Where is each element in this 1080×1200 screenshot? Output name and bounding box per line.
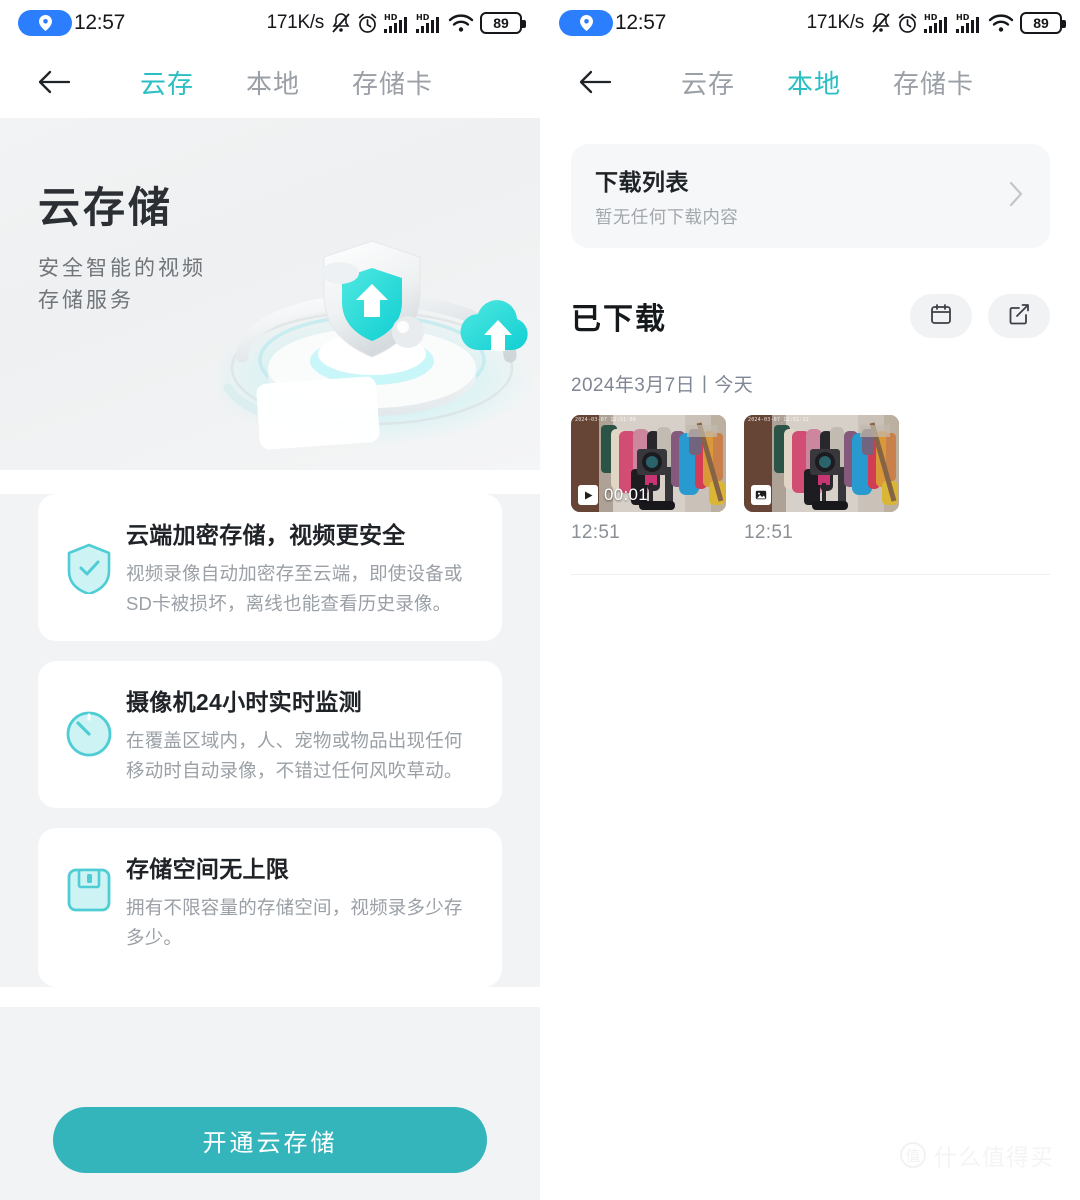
floppy-disk-icon <box>56 850 122 914</box>
location-pin-icon <box>559 10 613 36</box>
tabs-right: 云存 本地 存储卡 <box>655 64 1000 101</box>
status-bar-left: 12:57 171K/s HD HD 89 <box>0 0 540 46</box>
svg-text:HD: HD <box>416 13 430 22</box>
feature-description: 在覆盖区域内，人、宠物或物品出现任何移动时自动录像，不错过任何风吹草动。 <box>126 729 463 781</box>
feature-title: 摄像机24小时实时监测 <box>126 688 362 715</box>
wifi-icon <box>448 13 474 33</box>
watermark-badge: 值 <box>900 1142 926 1168</box>
play-icon <box>578 485 598 505</box>
feature-title: 云端加密存储，视频更安全 <box>126 522 406 548</box>
downloaded-title: 已下载 <box>571 303 667 336</box>
media-thumbnail[interactable]: 2024-03-07 12:51:09 00:01 <box>571 415 726 512</box>
bell-muted-icon <box>331 12 351 34</box>
bell-muted-icon <box>871 12 891 34</box>
battery-icon: 89 <box>1020 12 1066 34</box>
image-badge <box>751 485 777 505</box>
tab-local[interactable]: 本地 <box>220 64 326 101</box>
feature-card: 存储空间无上限 拥有不限容量的存储空间，视频录多少存多少。 <box>38 827 502 987</box>
back-button[interactable] <box>573 60 617 104</box>
alarm-clock-icon <box>897 13 918 34</box>
hero-text-block: 云存储 安全智能的视频 存储服务 <box>38 174 206 316</box>
back-button[interactable] <box>32 60 76 104</box>
calendar-icon <box>930 303 952 330</box>
tab-bar-right: 云存 本地 存储卡 <box>541 46 1080 118</box>
feature-description: 视频录像自动加密存至云端，即使设备或SD卡被损坏，离线也能查看历史录像。 <box>126 563 463 614</box>
download-list-card[interactable]: 下载列表 暂无任何下载内容 <box>571 144 1050 248</box>
download-list-title: 下载列表 <box>595 169 689 195</box>
tab-bar-left: 云存 本地 存储卡 <box>0 46 540 118</box>
media-time: 12:51 <box>571 522 621 543</box>
video-badge: 00:01 <box>578 485 648 505</box>
alarm-clock-icon <box>357 13 378 34</box>
photo-icon <box>751 485 771 505</box>
media-item[interactable]: 2024-03-07 12:51:09 00:01 12:51 <box>571 415 726 544</box>
tabs-left: 云存 本地 存储卡 <box>114 64 459 101</box>
watermark: 值 什么值得买 <box>900 1138 1054 1172</box>
tab-sd-card[interactable]: 存储卡 <box>326 64 459 101</box>
feature-title: 存储空间无上限 <box>126 855 290 882</box>
status-time: 12:57 <box>615 11 667 34</box>
right-screen-local-downloads: 12:57 171K/s HD HD 89 云存 本地 存储卡 下载列表 暂无任… <box>540 0 1080 1200</box>
wifi-icon <box>988 13 1014 33</box>
download-list-subtitle: 暂无任何下载内容 <box>595 207 739 227</box>
chevron-right-icon <box>1008 180 1024 213</box>
date-group-label: 2024年3月7日丨今天 <box>571 375 754 396</box>
battery-level: 89 <box>493 15 509 31</box>
edit-icon <box>1008 303 1030 330</box>
network-speed: 171K/s <box>806 12 865 33</box>
hd-signal-icon: HD <box>384 12 410 34</box>
location-pin-icon <box>18 10 72 36</box>
tab-sd-card[interactable]: 存储卡 <box>867 64 1000 101</box>
media-time: 12:51 <box>744 522 794 543</box>
left-screen-cloud-storage: 12:57 171K/s HD HD 89 云存 本地 存储卡 云存储 安全智能… <box>0 0 540 1200</box>
svg-text:HD: HD <box>924 13 938 22</box>
media-item[interactable]: 2024-03-07 12:51:12 12:51 <box>744 415 899 544</box>
hero-subtitle-line1: 安全智能的视频 <box>38 257 206 280</box>
watermark-text: 什么值得买 <box>934 1144 1054 1170</box>
video-duration: 00:01 <box>604 485 649 504</box>
thumbnail-timestamp-overlay: 2024-03-07 12:51:09 <box>575 417 636 423</box>
svg-text:HD: HD <box>956 13 970 22</box>
feature-card-list: 云端加密存储，视频更安全 视频录像自动加密存至云端，即使设备或SD卡被损坏，离线… <box>0 494 540 987</box>
shield-check-icon <box>56 516 122 594</box>
section-divider <box>571 574 1050 575</box>
status-bar-right: 12:57 171K/s HD HD 89 <box>541 0 1080 46</box>
feature-card: 云端加密存储，视频更安全 视频录像自动加密存至云端，即使设备或SD卡被损坏，离线… <box>38 494 502 641</box>
hero-title: 云存储 <box>38 184 174 231</box>
calendar-filter-button[interactable] <box>910 294 972 338</box>
feature-description: 拥有不限容量的存储空间，视频录多少存多少。 <box>126 896 463 948</box>
thumbnail-timestamp-overlay: 2024-03-07 12:51:12 <box>748 417 809 423</box>
battery-icon: 89 <box>480 12 526 34</box>
edit-button[interactable] <box>988 294 1050 338</box>
dual-screenshot-container: 12:57 171K/s HD HD 89 云存 本地 存储卡 云存储 安全智能… <box>0 0 1080 1200</box>
tab-cloud-storage[interactable]: 云存 <box>655 64 761 101</box>
status-time: 12:57 <box>74 11 126 34</box>
subscribe-cloud-storage-button[interactable]: 开通云存储 <box>53 1107 487 1173</box>
hero-subtitle-line2: 存储服务 <box>38 288 134 312</box>
svg-text:HD: HD <box>384 13 398 22</box>
cta-footer: 开通云存储 <box>0 1080 540 1200</box>
hero-banner: 云存储 安全智能的视频 存储服务 <box>0 118 540 470</box>
cloud-storage-illustration <box>205 118 540 470</box>
hd-signal-icon: HD <box>924 12 950 34</box>
media-thumbnail[interactable]: 2024-03-07 12:51:12 <box>744 415 899 512</box>
local-content: 下载列表 暂无任何下载内容 已下载 2024年3月7日丨今天 2024-03-0… <box>541 144 1080 575</box>
media-grid: 2024-03-07 12:51:09 00:01 12:51 2024-03-… <box>571 415 1050 544</box>
clock-timer-icon <box>56 683 122 759</box>
tab-cloud-storage[interactable]: 云存 <box>114 64 220 101</box>
hd-signal-icon: HD <box>956 12 982 34</box>
network-speed: 171K/s <box>266 12 325 33</box>
tab-local[interactable]: 本地 <box>761 64 867 101</box>
battery-level: 89 <box>1033 15 1049 31</box>
hero-subtitle: 安全智能的视频 存储服务 <box>38 253 206 316</box>
downloaded-section-header: 已下载 <box>571 294 1050 338</box>
feature-card: 摄像机24小时实时监测 在覆盖区域内，人、宠物或物品出现任何移动时自动录像，不错… <box>38 660 502 808</box>
hd-signal-icon: HD <box>416 12 442 34</box>
